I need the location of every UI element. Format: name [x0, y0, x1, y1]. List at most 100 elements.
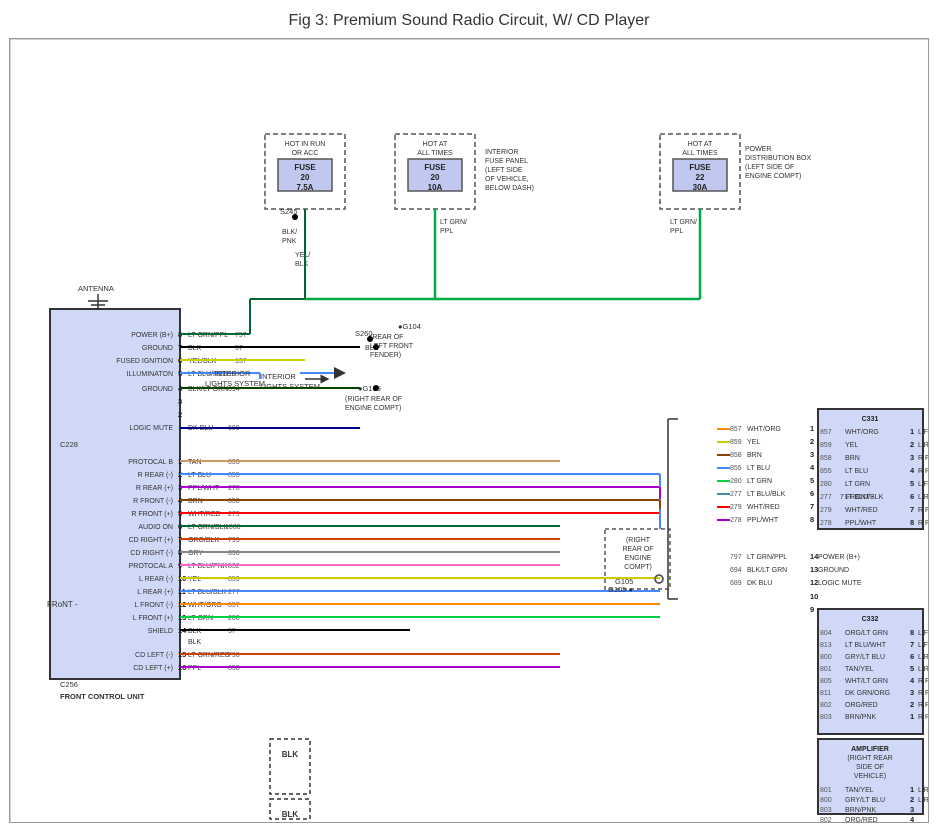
svg-text:8: 8	[910, 518, 914, 527]
svg-text:8: 8	[910, 628, 914, 637]
svg-text:R FRONT SIG (+): R FRONT SIG (+)	[918, 678, 929, 685]
svg-text:LT GRN/: LT GRN/	[440, 219, 467, 226]
svg-text:CD RIGHT (+): CD RIGHT (+)	[129, 537, 173, 544]
svg-text:859: 859	[730, 439, 742, 446]
svg-text:POWER: POWER	[745, 146, 771, 153]
svg-text:VEHICLE): VEHICLE)	[854, 773, 886, 780]
svg-text:689: 689	[730, 580, 742, 587]
svg-text:C228: C228	[60, 440, 78, 449]
svg-text:802: 802	[820, 702, 832, 709]
svg-text:857: 857	[730, 426, 742, 433]
svg-text:3: 3	[910, 453, 914, 462]
svg-text:2: 2	[910, 795, 914, 804]
svg-text:7: 7	[910, 640, 914, 649]
svg-text:FRoNT -: FRoNT -	[47, 600, 78, 609]
svg-text:802: 802	[820, 817, 832, 823]
svg-text:ALL TIMES: ALL TIMES	[682, 150, 718, 157]
svg-text:WHT/RED: WHT/RED	[845, 507, 878, 514]
svg-text:278: 278	[820, 520, 832, 527]
svg-text:S260: S260	[355, 329, 373, 338]
svg-text:803: 803	[820, 807, 832, 814]
svg-text:WHT/ORG: WHT/ORG	[747, 426, 781, 433]
svg-text:L REAR SIG (+): L REAR SIG (+)	[918, 654, 929, 661]
svg-text:280: 280	[820, 481, 832, 488]
svg-text:(REAR OF: (REAR OF	[370, 334, 403, 341]
svg-text:857: 857	[820, 429, 832, 436]
svg-text:859: 859	[820, 442, 832, 449]
svg-text:WHT/ORG: WHT/ORG	[845, 429, 879, 436]
svg-text:7 FRONT -: 7 FRONT -	[840, 494, 875, 501]
svg-text:FUSED IGNITION: FUSED IGNITION	[116, 358, 173, 365]
svg-text:1: 1	[810, 424, 814, 433]
svg-text:YEL: YEL	[845, 442, 858, 449]
svg-text:(RIGHT: (RIGHT	[626, 537, 651, 544]
svg-text:BLK/LT GRN: BLK/LT GRN	[747, 567, 787, 574]
svg-text:WHT/LT GRN: WHT/LT GRN	[845, 678, 888, 685]
svg-text:20: 20	[301, 173, 310, 182]
svg-text:7: 7	[910, 505, 914, 514]
svg-text:LT GRN/PPL: LT GRN/PPL	[747, 554, 787, 561]
svg-text:HOT AT: HOT AT	[423, 141, 448, 148]
svg-text:LT BLU/BLK: LT BLU/BLK	[747, 491, 786, 498]
svg-text:L REAR (-): L REAR (-)	[139, 576, 173, 583]
svg-text:PPL: PPL	[670, 228, 683, 235]
svg-text:3: 3	[178, 397, 182, 406]
svg-text:858: 858	[730, 452, 742, 459]
svg-text:L REAR SIG (-): L REAR SIG (-)	[918, 797, 929, 804]
svg-text:LT BLU: LT BLU	[845, 468, 868, 475]
svg-text:WHT/RED: WHT/RED	[747, 504, 780, 511]
svg-text:9: 9	[810, 605, 814, 614]
svg-text:LIGHTS SYSTEM: LIGHTS SYSTEM	[205, 379, 265, 388]
svg-text:R REAR (+): R REAR (+)	[136, 485, 173, 492]
svg-text:CD RIGHT (-): CD RIGHT (-)	[130, 550, 173, 557]
svg-text:L REAR (-): L REAR (-)	[918, 442, 929, 449]
svg-text:INTERIOR: INTERIOR	[260, 372, 296, 381]
svg-text:6: 6	[910, 492, 914, 501]
svg-text:3: 3	[910, 805, 914, 814]
svg-text:8: 8	[810, 515, 814, 524]
svg-text:L FRONT (+): L FRONT (+)	[918, 481, 929, 488]
svg-text:LT GRN: LT GRN	[747, 478, 772, 485]
svg-text:ILLUMINATON: ILLUMINATON	[127, 371, 173, 378]
svg-text:PROTOCAL A: PROTOCAL A	[129, 563, 174, 570]
svg-text:PROTOCAL B: PROTOCAL B	[128, 459, 173, 466]
svg-text:1: 1	[910, 712, 914, 721]
svg-text:LT GRN/: LT GRN/	[670, 219, 697, 226]
svg-text:801: 801	[820, 787, 832, 794]
svg-text:ANTENNA: ANTENNA	[78, 284, 114, 293]
svg-text:2: 2	[810, 437, 814, 446]
svg-text:GRY/LT BLU: GRY/LT BLU	[845, 654, 885, 661]
svg-text:L FRONT SIG (+): L FRONT SIG (+)	[918, 630, 929, 637]
svg-text:279: 279	[820, 507, 832, 514]
wiring-diagram: HOT IN RUN OR ACC FUSE 20 7.5A HOT AT AL…	[10, 39, 929, 823]
svg-text:BELOW DASH): BELOW DASH)	[485, 185, 534, 192]
svg-text:BRN/PNK: BRN/PNK	[845, 807, 876, 814]
svg-text:SIDE OF: SIDE OF	[856, 764, 884, 771]
svg-text:L FRONT (+): L FRONT (+)	[133, 615, 173, 622]
svg-text:LT GRN: LT GRN	[845, 481, 870, 488]
svg-text:804: 804	[820, 630, 832, 637]
svg-text:2: 2	[910, 700, 914, 709]
svg-text:BLK: BLK	[295, 261, 309, 268]
svg-text:SHIELD: SHIELD	[148, 628, 173, 635]
svg-text:L FRONT (-): L FRONT (-)	[135, 602, 174, 609]
svg-text:800: 800	[820, 654, 832, 661]
svg-text:BRN/PNK: BRN/PNK	[845, 714, 876, 721]
svg-text:PPL/WHT: PPL/WHT	[747, 517, 779, 524]
svg-text:LOGIC MUTE: LOGIC MUTE	[818, 580, 862, 587]
svg-text:DK BLU: DK BLU	[747, 580, 772, 587]
svg-text:POWER (B+): POWER (B+)	[131, 332, 173, 339]
page-title: Fig 3: Premium Sound Radio Circuit, W/ C…	[0, 0, 938, 38]
svg-text:G105 ●: G105 ●	[608, 585, 633, 594]
svg-text:L REAR (+): L REAR (+)	[918, 494, 929, 501]
svg-text:REAR OF: REAR OF	[622, 546, 653, 553]
svg-text:2: 2	[910, 440, 914, 449]
svg-text:S245: S245	[280, 207, 298, 216]
svg-text:FUSE: FUSE	[424, 163, 446, 172]
svg-text:LOGIC MUTE: LOGIC MUTE	[129, 425, 173, 432]
svg-text:YEL/: YEL/	[295, 252, 310, 259]
svg-text:GROUND: GROUND	[142, 345, 173, 352]
svg-text:DISTRIBUTION BOX: DISTRIBUTION BOX	[745, 155, 811, 162]
svg-text:FUSE PANEL: FUSE PANEL	[485, 158, 528, 165]
svg-text:10A: 10A	[428, 183, 443, 192]
